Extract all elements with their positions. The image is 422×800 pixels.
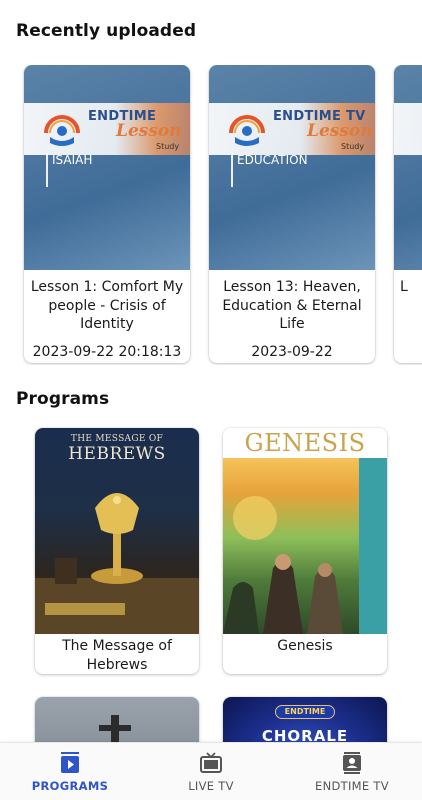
thumbnail-study: Study <box>156 142 180 151</box>
thumbnail-divider <box>231 153 233 187</box>
thumbnail-background <box>209 65 375 270</box>
nav-live-tv[interactable]: LIVE TV <box>141 743 281 800</box>
thumbnail-banner <box>394 103 422 155</box>
thumbnail-background <box>394 65 422 270</box>
video-date: 2023-09-22 20:18:13 <box>32 344 182 360</box>
endtime-logo-icon <box>229 115 265 146</box>
thumbnail-topic: ISAIAH <box>52 153 93 167</box>
program-art-title: GENESIS <box>244 429 366 457</box>
video-thumbnail[interactable]: ENDTIME Lesson Study ISAIAH <box>24 65 190 270</box>
programs-icon <box>61 752 79 773</box>
program-art-badge: ENDTIME <box>275 705 335 719</box>
video-title: L <box>400 279 408 295</box>
cross-illustration <box>99 725 131 731</box>
video-thumbnail[interactable] <box>394 65 422 270</box>
tv-icon <box>200 752 222 773</box>
bottom-navigation: PROGRAMS LIVE TV ENDTIME TV <box>0 742 422 800</box>
figures-illustration <box>223 496 343 634</box>
nav-label: PROGRAMS <box>31 779 109 793</box>
thumbnail-study: Study <box>341 142 365 151</box>
contact-card-icon <box>343 752 361 774</box>
thumbnail-background <box>24 65 190 270</box>
program-card[interactable]: GENESIS Genesis <box>223 428 387 674</box>
nav-label: LIVE TV <box>188 779 234 793</box>
nav-label: ENDTIME TV <box>315 779 389 793</box>
video-date: 2023-09-22 <box>251 344 333 360</box>
video-card[interactable]: ENDTIME Lesson Study ISAIAH Lesson 1: Co… <box>24 65 190 363</box>
recently-uploaded-carousel[interactable]: ENDTIME Lesson Study ISAIAH Lesson 1: Co… <box>0 65 422 365</box>
recently-uploaded-heading: Recently uploaded <box>16 21 197 41</box>
program-title: The Message of Hebrews <box>62 638 172 673</box>
program-title: Genesis <box>277 638 333 654</box>
thumbnail-divider <box>46 153 48 187</box>
video-card[interactable]: L <box>394 65 422 363</box>
nav-endtime-tv[interactable]: ENDTIME TV <box>282 743 422 800</box>
nav-programs[interactable]: PROGRAMS <box>0 743 140 800</box>
genesis-side-panel <box>359 458 387 634</box>
lampstand-illustration <box>35 493 199 634</box>
program-art-subtitle: THE MESSAGE OF <box>70 434 164 444</box>
video-card[interactable]: ENDTIME TV Lesson Study EDUCATION Lesson… <box>209 65 375 363</box>
video-thumbnail[interactable]: ENDTIME TV Lesson Study EDUCATION <box>209 65 375 270</box>
program-image[interactable]: THE MESSAGE OF HEBREWS <box>35 428 199 634</box>
app-screen: Recently uploaded ENDTIME Lesson Study I… <box>0 0 422 800</box>
thumbnail-topic: EDUCATION <box>237 153 308 167</box>
program-art-title: HEBREWS <box>68 444 166 464</box>
video-title: Lesson 1: Comfort My people - Crisis of … <box>30 279 184 332</box>
programs-heading: Programs <box>16 389 110 409</box>
thumbnail-lesson: Lesson <box>307 121 373 141</box>
program-image[interactable]: GENESIS <box>223 428 387 634</box>
endtime-logo-icon <box>44 115 80 146</box>
video-title: Lesson 13: Heaven, Education & Eternal L… <box>222 279 362 332</box>
program-card[interactable]: THE MESSAGE OF HEBREWS The Message of He… <box>35 428 199 674</box>
thumbnail-lesson: Lesson <box>116 121 182 141</box>
